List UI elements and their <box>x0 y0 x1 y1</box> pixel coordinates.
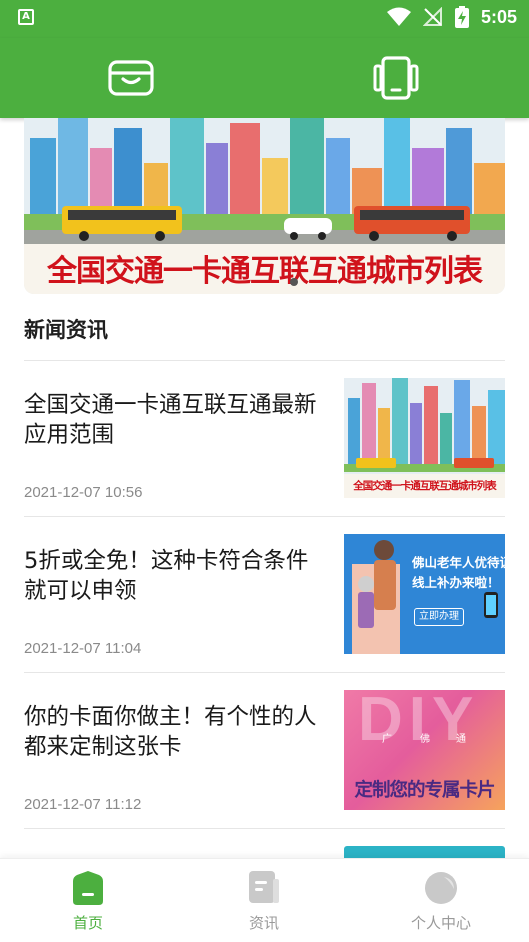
tab-news[interactable]: 资讯 <box>176 859 352 942</box>
divider <box>24 672 505 673</box>
thumbnail-brand-char: 佛 <box>420 734 430 745</box>
accessibility-badge-icon: A <box>18 9 34 25</box>
thumbnail-apply-button: 立即办理 <box>414 608 464 626</box>
tab-home[interactable]: 首页 <box>0 859 176 942</box>
divider <box>24 360 505 361</box>
news-thumbnail[interactable]: DIY 广 佛 通 定制您的专属卡片 <box>344 690 505 810</box>
news-thumbnail-caption: 全国交通一卡通互联互通城市列表 <box>353 480 497 492</box>
news-thumbnail[interactable]: 佛山老年人优待证 线上补办来啦！ 立即办理 <box>344 534 505 654</box>
thumbnail-caption: 定制您的专属卡片 <box>354 780 495 801</box>
profile-icon <box>425 872 457 904</box>
banner-indicator-dot[interactable] <box>290 278 298 286</box>
thumbnail-brand-char: 广 <box>382 734 392 745</box>
status-bar: A 5:05 <box>0 0 529 38</box>
divider <box>24 828 505 829</box>
wifi-icon <box>386 7 411 26</box>
thumbnail-brand-char: 通 <box>456 734 466 745</box>
thumbnail-diy-text: DIY <box>358 690 480 754</box>
news-item[interactable]: 5折或全免！这种卡符合条件就可以申领 2021-12-07 11:04 佛山老年… <box>24 534 505 674</box>
card-wallet-icon[interactable] <box>108 56 154 100</box>
news-item[interactable]: 你的卡面你做主！有个性的人都来定制这张卡 2021-12-07 11:12 DI… <box>24 690 505 830</box>
thumbnail-headline-2: 线上补办来啦！ <box>412 575 500 590</box>
news-time: 2021-12-07 11:04 <box>24 640 142 657</box>
tab-profile-label: 个人中心 <box>410 914 471 932</box>
divider <box>24 516 505 517</box>
top-app-bar <box>0 38 529 118</box>
bottom-tab-bar: 首页 资讯 个人中心 <box>0 858 529 942</box>
phone-device-icon[interactable] <box>373 56 419 100</box>
battery-charging-icon <box>454 6 469 28</box>
tab-profile[interactable]: 个人中心 <box>353 859 529 942</box>
news-thumbnail[interactable]: 全国交通一卡通互联互通城市列表 <box>344 378 505 498</box>
status-icons: 5:05 <box>386 6 517 28</box>
news-title[interactable]: 全国交通一卡通互联互通最新应用范围 <box>24 390 330 450</box>
home-icon <box>73 871 103 905</box>
tab-news-label: 资讯 <box>248 914 279 932</box>
promo-banner[interactable]: 全国交通一卡通互联互通城市列表 <box>24 118 505 294</box>
news-item[interactable]: 全国交通一卡通互联互通最新应用范围 2021-12-07 10:56 全国交通一… <box>24 378 505 518</box>
news-time: 2021-12-07 11:12 <box>24 796 142 813</box>
news-title[interactable]: 你的卡面你做主！有个性的人都来定制这张卡 <box>24 702 330 762</box>
news-time: 2021-12-07 10:56 <box>24 484 143 501</box>
city-skyline-illustration <box>24 118 505 248</box>
section-title: 新闻资讯 <box>24 318 108 342</box>
banner-caption: 全国交通一卡通互联互通城市列表 <box>47 254 483 289</box>
no-signal-icon <box>422 7 442 26</box>
thumbnail-headline-1: 佛山老年人优待证 <box>412 555 505 570</box>
news-title[interactable]: 5折或全免！这种卡符合条件就可以申领 <box>24 546 330 606</box>
tab-home-label: 首页 <box>72 914 103 932</box>
clock: 5:05 <box>480 6 517 27</box>
news-icon <box>249 871 279 903</box>
